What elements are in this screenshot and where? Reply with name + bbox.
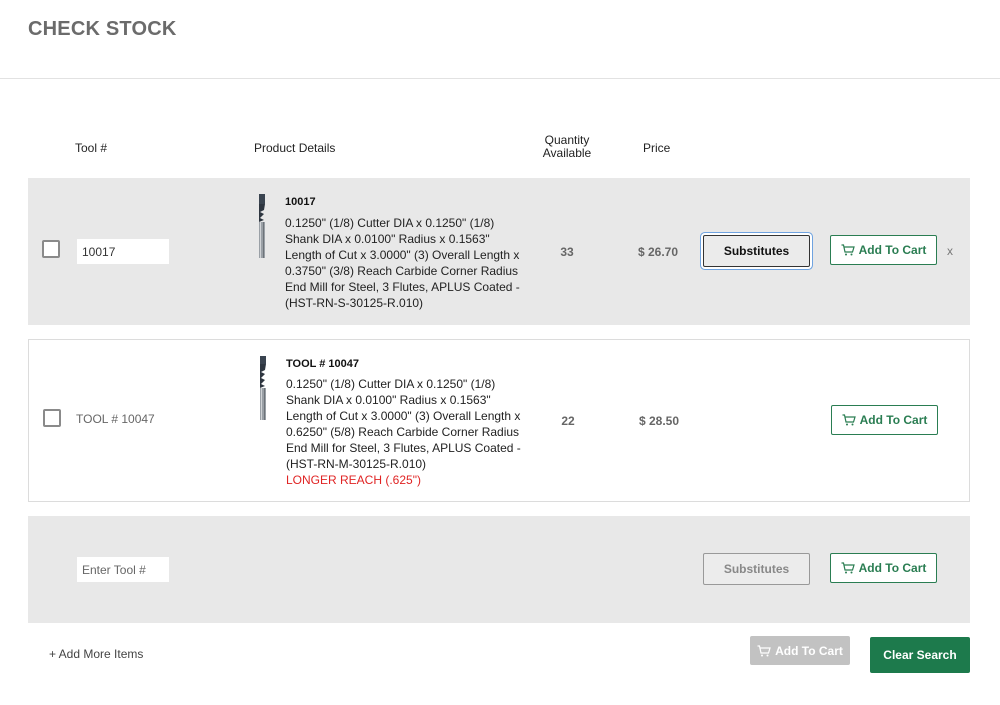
column-header-price: Price	[643, 141, 671, 155]
add-to-cart-label: Add To Cart	[858, 561, 927, 575]
tool-number-input[interactable]	[77, 239, 169, 264]
end-mill-thumbnail-icon	[260, 356, 266, 420]
add-to-cart-button[interactable]: Add To Cart	[830, 553, 937, 583]
clear-search-button[interactable]: Clear Search	[870, 637, 970, 673]
column-header-quantity: Quantity Available	[540, 134, 594, 160]
add-to-cart-button[interactable]: Add To Cart	[831, 405, 938, 435]
quantity-available: 33	[560, 245, 574, 259]
cart-icon	[842, 414, 856, 426]
add-to-cart-label: Add To Cart	[859, 413, 928, 427]
column-header-product-details: Product Details	[254, 141, 336, 155]
substitutes-button[interactable]: Substitutes	[703, 235, 810, 267]
price: $ 26.70	[637, 245, 679, 259]
add-all-to-cart-label: Add To Cart	[775, 643, 843, 658]
product-note: LONGER REACH (.625")	[286, 473, 421, 487]
add-more-items-link[interactable]: + Add More Items	[49, 647, 143, 661]
stock-row: 10017 0.1250" (1/8) Cutter DIA x 0.1250"…	[28, 178, 970, 325]
product-description-text: 0.1250" (1/8) Cutter DIA x 0.1250" (1/8)…	[286, 377, 521, 471]
product-description: 0.1250" (1/8) Cutter DIA x 0.1250" (1/8)…	[286, 376, 526, 488]
add-to-cart-label: Add To Cart	[858, 243, 927, 257]
remove-row-button[interactable]: x	[947, 244, 953, 258]
product-name: TOOL # 10047	[286, 358, 359, 370]
price: $ 28.50	[638, 414, 680, 428]
row-checkbox[interactable]	[43, 409, 61, 427]
page-title: CHECK STOCK	[28, 18, 177, 40]
stock-row: TOOL # 10047 TOOL # 10047 0.1250" (1/8) …	[28, 339, 970, 502]
tool-number-input[interactable]	[77, 557, 169, 582]
cart-icon	[841, 562, 855, 574]
column-header-tool: Tool #	[75, 141, 108, 155]
product-description: 0.1250" (1/8) Cutter DIA x 0.1250" (1/8)…	[285, 216, 520, 310]
row-checkbox[interactable]	[42, 240, 60, 258]
substitutes-button[interactable]: Substitutes	[703, 553, 810, 585]
title-divider	[0, 78, 1000, 79]
column-header-quantity-line2: Available	[542, 146, 592, 160]
cart-icon	[841, 244, 855, 256]
cart-icon	[757, 644, 771, 656]
end-mill-thumbnail-icon	[259, 194, 265, 258]
tool-number-text: TOOL # 10047	[76, 412, 155, 426]
product-name: 10017	[285, 196, 316, 208]
quantity-available: 22	[561, 414, 575, 428]
stock-row-empty: Substitutes Add To Cart	[28, 516, 970, 623]
add-to-cart-button[interactable]: Add To Cart	[830, 235, 937, 265]
add-all-to-cart-button[interactable]: Add To Cart	[750, 636, 850, 665]
